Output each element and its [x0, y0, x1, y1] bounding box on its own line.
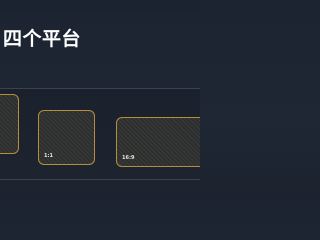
- page-title: 四个平台: [3, 28, 82, 50]
- aspect-ratio-gallery: 1:1 16:9: [0, 88, 200, 180]
- aspect-ratio-card-16-9[interactable]: 16:9: [116, 117, 200, 167]
- aspect-ratio-card-partial[interactable]: [0, 94, 19, 154]
- aspect-ratio-label: 1:1: [44, 153, 53, 159]
- aspect-ratio-card-1-1[interactable]: 1:1: [38, 110, 95, 165]
- top-bar: [0, 0, 200, 14]
- aspect-ratio-label: 16:9: [122, 155, 135, 161]
